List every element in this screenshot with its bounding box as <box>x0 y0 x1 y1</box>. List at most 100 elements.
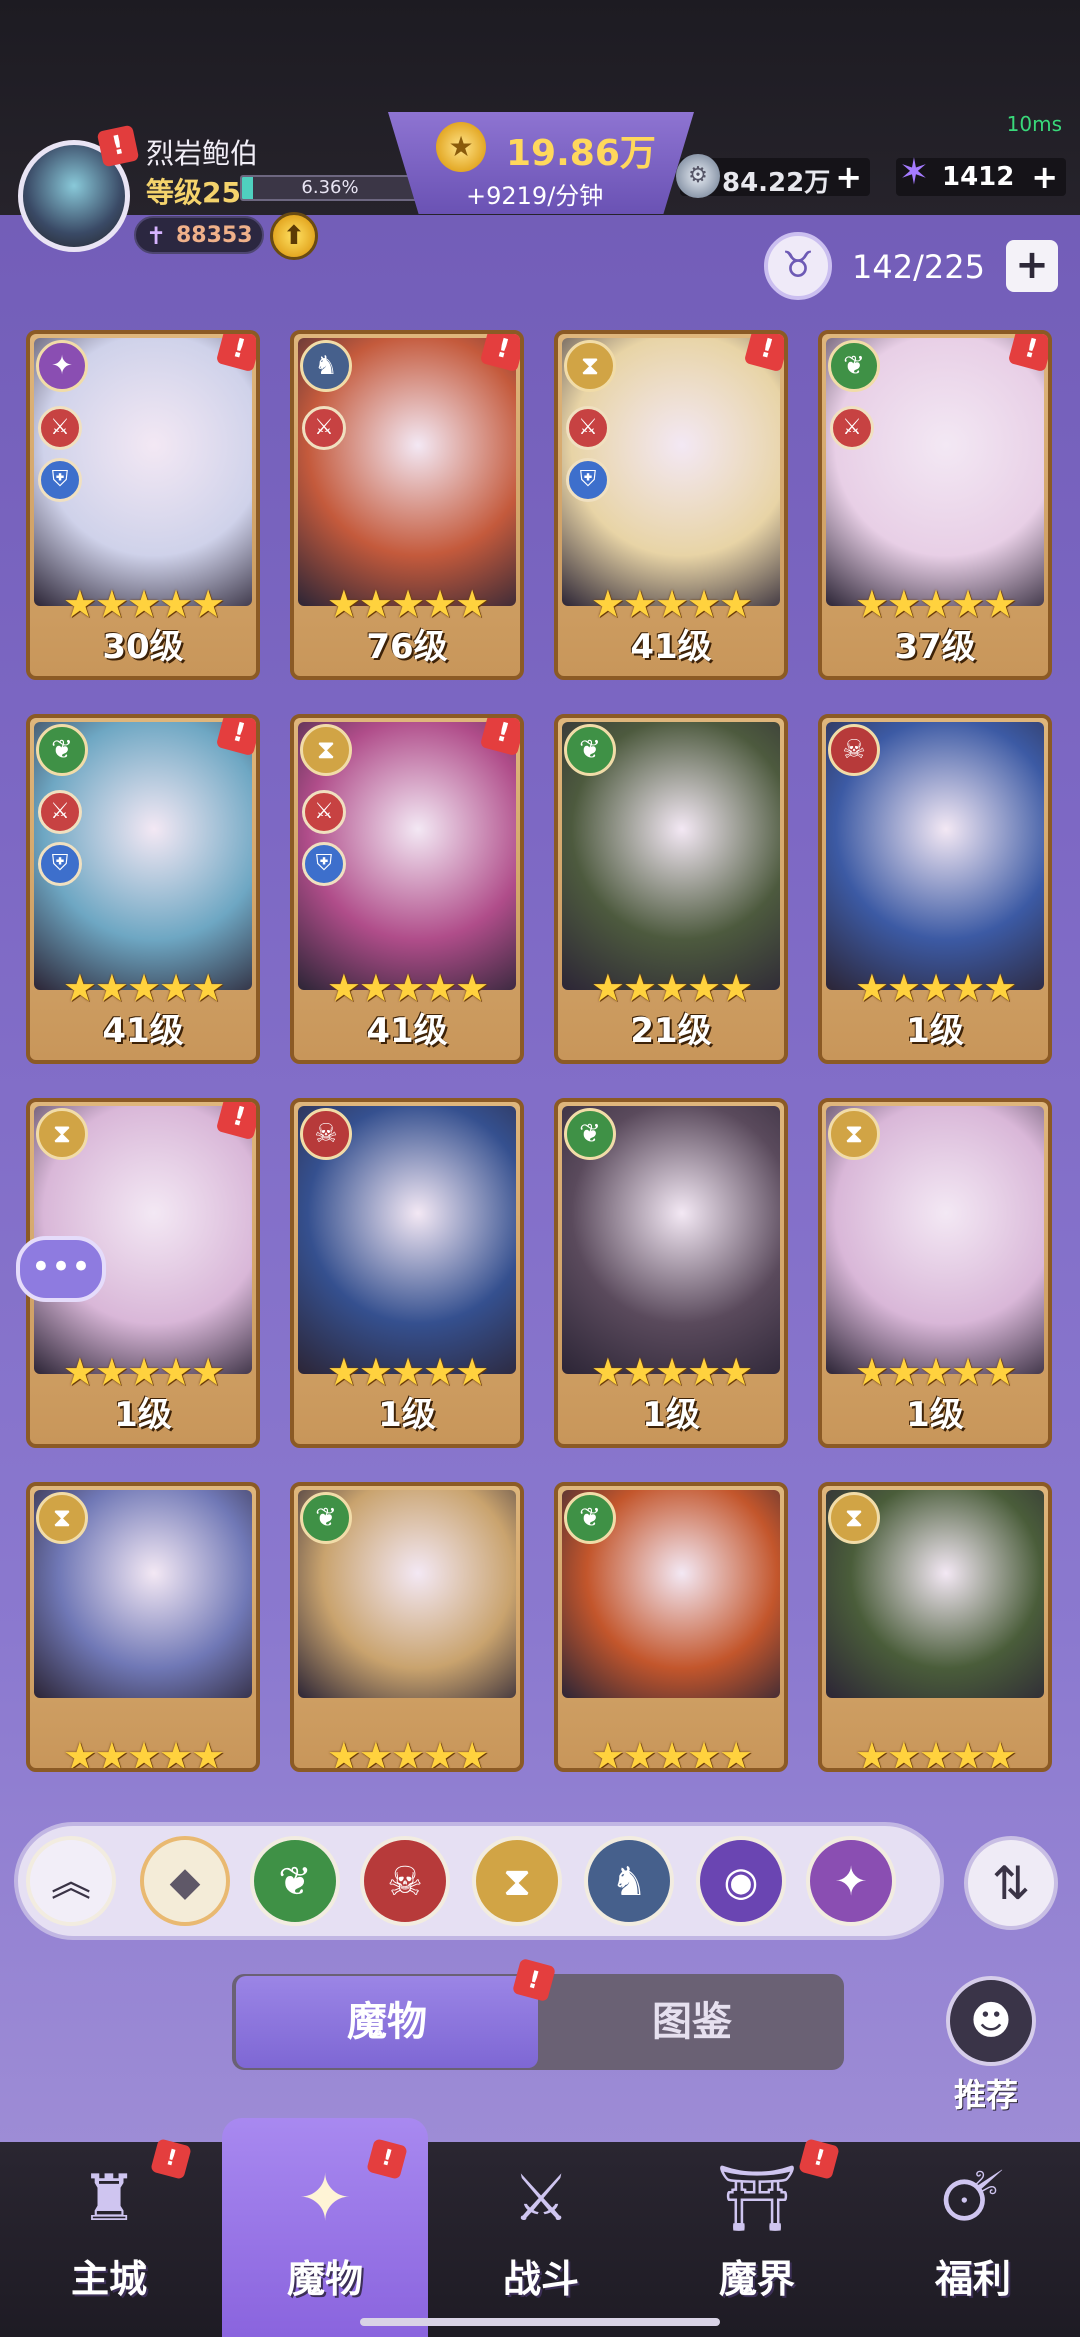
time-element-icon: ⧗ <box>300 724 352 776</box>
monster-level: 41级 <box>630 627 712 667</box>
filter-nature-icon[interactable]: ❦ <box>250 1836 340 1926</box>
monster-level: 1级 <box>378 1395 436 1435</box>
monster-card[interactable]: ❦ ⚔ ⛨ ★★★★★ 41级! <box>26 714 260 1064</box>
crystal-add-button[interactable]: + <box>1031 158 1058 196</box>
gold-rate: +9219/分钟 <box>466 182 604 210</box>
attack-role-icon: ⚔ <box>38 406 82 450</box>
monster-icon: ✦ <box>298 2162 352 2236</box>
time-element-icon: ⧗ <box>564 340 616 392</box>
nature-element-icon: ❦ <box>564 724 616 776</box>
demon-element-icon: ☠ <box>828 724 880 776</box>
filter-dragon-icon[interactable]: ♞ <box>584 1836 674 1926</box>
monster-level: 1级 <box>906 1011 964 1051</box>
monster-card[interactable]: ❦ ⚔ ★★★★★ 37级! <box>818 330 1052 680</box>
nature-element-icon: ❦ <box>564 1492 616 1544</box>
power-display: ✝ 88353 <box>134 216 264 254</box>
time-element-icon: ⧗ <box>828 1492 880 1544</box>
monster-card[interactable]: ✦ ⚔ ⛨ ★★★★★ 30级! <box>26 330 260 680</box>
recommend-label[interactable]: 推荐 <box>954 2070 1018 2116</box>
nav-chest[interactable]: 🜚 福利 <box>878 2128 1068 2318</box>
monster-card[interactable]: ❦ ★★★★★ 1级 <box>554 1098 788 1448</box>
monster-level: 37级 <box>894 627 976 667</box>
star-crystal-icon: ✶ <box>898 152 930 193</box>
home-indicator[interactable] <box>360 2318 720 2326</box>
monster-card[interactable]: ⧗ ★★★★★ 1级 <box>818 1098 1052 1448</box>
monster-level: 1级 <box>642 1395 700 1435</box>
power-icon: ✝ <box>146 222 167 250</box>
monster-card[interactable]: ♞ ⚔ ★★★★★ 76级! <box>290 330 524 680</box>
monster-level: 41级 <box>366 1011 448 1051</box>
star-rating: ★★★★★ <box>854 1734 1017 1772</box>
star-rating: ★★★★★ <box>326 1734 489 1772</box>
monster-card[interactable]: ⧗ ⚔ ⛨ ★★★★★ 41级! <box>290 714 524 1064</box>
monster-level: 30级 <box>102 627 184 667</box>
monster-level: 76级 <box>366 627 448 667</box>
time-element-icon: ⧗ <box>828 1108 880 1160</box>
nav-label: 战斗 <box>502 2257 579 2301</box>
monster-card[interactable]: ⧗ ⚔ ⛨ ★★★★★ 41级! <box>554 330 788 680</box>
shield-role-icon: ⛨ <box>302 842 346 886</box>
ping-indicator: 10ms <box>1006 112 1062 136</box>
silver-value: 84.22万 <box>722 168 831 198</box>
power-value: 88353 <box>176 223 253 248</box>
nav-label: 魔物 <box>286 2257 363 2301</box>
filter-demon-icon[interactable]: ☠ <box>360 1836 450 1926</box>
tab-monsters[interactable]: 魔物 <box>236 1976 538 2068</box>
silver-add-button[interactable]: + <box>835 158 862 196</box>
filter-all-icon[interactable]: ◆ <box>140 1836 230 1926</box>
monster-card[interactable]: ❦ ★★★★★ <box>554 1482 788 1772</box>
player-name: 烈岩鲍伯 <box>146 137 259 170</box>
crystal-value: 1412 <box>942 162 1015 192</box>
gold-coin-icon: ★ <box>436 122 486 172</box>
monster-card[interactable]: ⧗ ★★★★★ <box>26 1482 260 1772</box>
nature-element-icon: ❦ <box>564 1108 616 1160</box>
attack-role-icon: ⚔ <box>302 406 346 450</box>
level-up-arrow-icon[interactable]: ⬆ <box>270 212 318 260</box>
monster-level: 41级 <box>102 1011 184 1051</box>
shield-role-icon: ⛨ <box>38 458 82 502</box>
demon-element-icon: ☠ <box>300 1108 352 1160</box>
shield-role-icon: ⛨ <box>38 842 82 886</box>
chaos-element-icon: ✦ <box>36 340 88 392</box>
exp-bar: 6.36% <box>240 175 420 201</box>
chest-icon: 🜚 <box>940 2162 1006 2236</box>
filter-collapse-icon[interactable]: ︽ <box>26 1836 116 1926</box>
time-element-icon: ⧗ <box>36 1492 88 1544</box>
silver-currency[interactable]: ⚙ 84.22万 + <box>676 154 870 198</box>
attack-role-icon: ⚔ <box>38 790 82 834</box>
chat-bubble-icon[interactable]: ••• <box>16 1236 106 1302</box>
nature-element-icon: ❦ <box>300 1492 352 1544</box>
sort-button[interactable]: ⇅ <box>964 1836 1058 1930</box>
nav-label: 魔界 <box>718 2257 795 2301</box>
avatar-alert-badge: ! <box>96 124 140 168</box>
star-rating: ★★★★★ <box>62 1734 225 1772</box>
filter-chaos-icon[interactable]: ✦ <box>806 1836 896 1926</box>
filter-time-icon[interactable]: ⧗ <box>472 1836 562 1926</box>
nature-element-icon: ❦ <box>36 724 88 776</box>
monster-capacity: 142/225 <box>852 248 985 286</box>
monster-card[interactable]: ❦ ★★★★★ <box>290 1482 524 1772</box>
exp-percent: 6.36% <box>301 177 359 198</box>
nav-label: 福利 <box>934 2257 1011 2301</box>
monster-card[interactable]: ☠ ★★★★★ 1级 <box>290 1098 524 1448</box>
tab-codex[interactable]: 图鉴 <box>544 1976 840 2068</box>
dragon-element-icon: ♞ <box>300 340 352 392</box>
monster-card[interactable]: ⧗ ★★★★★ <box>818 1482 1052 1772</box>
gold-amount: 19.86万 <box>506 133 656 174</box>
monster-level: 21级 <box>630 1011 712 1051</box>
monster-card[interactable]: ☠ ★★★★★ 1级 <box>818 714 1052 1064</box>
monster-level: 1级 <box>906 1395 964 1435</box>
monster-grid: ✦ ⚔ ⛨ ★★★★★ 30级! ♞ ⚔ ★★★★★ 76级! ⧗ ⚔ ⛨ ★★★★★ 41级! ❦ ⚔ ★★★… <box>26 330 1056 1772</box>
monster-card[interactable]: ❦ ★★★★★ 21级 <box>554 714 788 1064</box>
filter-eye-icon[interactable]: ◉ <box>696 1836 786 1926</box>
capacity-add-button[interactable]: + <box>1006 240 1058 292</box>
nav-sword[interactable]: ⚔ 战斗 <box>446 2128 636 2318</box>
time-element-icon: ⧗ <box>36 1108 88 1160</box>
recommend-icon[interactable]: ☻ <box>946 1976 1036 2066</box>
crystal-currency[interactable]: ✶ 1412 + <box>896 152 1066 196</box>
monster-level: 1级 <box>114 1395 172 1435</box>
silver-coin-icon: ⚙ <box>676 154 720 198</box>
portal-icon: ⛩ <box>716 2162 798 2236</box>
star-rating: ★★★★★ <box>590 1734 753 1772</box>
nav-label: 主城 <box>70 2257 147 2301</box>
